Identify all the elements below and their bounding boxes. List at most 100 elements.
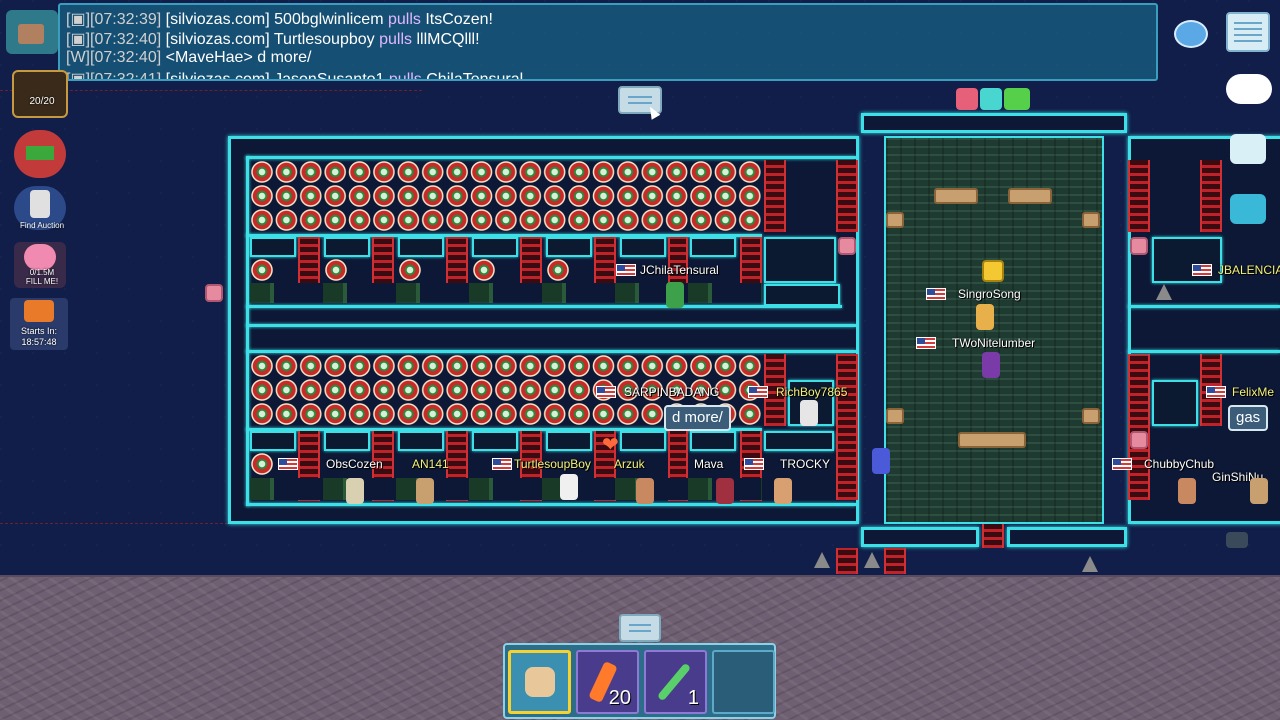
player-name[interactable]: Mava xyxy=(694,457,723,471)
store-cart-icon[interactable] xyxy=(1230,194,1266,224)
player-name[interactable]: JChilaTensural xyxy=(640,263,719,277)
player-sprite[interactable] xyxy=(346,478,364,504)
red-ladder xyxy=(1128,160,1150,232)
player-sprite[interactable] xyxy=(774,478,792,504)
player-sprite[interactable] xyxy=(1250,478,1268,504)
wall-line xyxy=(1128,305,1280,308)
pink-block xyxy=(956,88,978,110)
player-name[interactable]: Arzuk xyxy=(614,457,645,471)
player-name[interactable]: TWoNitelumber xyxy=(952,336,1035,350)
sign-small[interactable] xyxy=(1082,212,1100,228)
chat-line: [▣][07:32:39] [silviozas.com] 500bglwinl… xyxy=(66,11,493,28)
player-name[interactable]: SARPINBADANG xyxy=(624,385,719,399)
booth-panel xyxy=(690,237,736,257)
player-sprite[interactable] xyxy=(872,448,890,474)
red-ladder xyxy=(836,548,858,574)
sign-small[interactable] xyxy=(886,408,904,424)
inventory-slot[interactable] xyxy=(508,650,571,714)
globe-icon[interactable] xyxy=(1174,20,1208,48)
player-name[interactable]: ChubbyChub xyxy=(1144,457,1214,471)
piggy-bank-button[interactable]: 0/1.5M FILL ME! xyxy=(14,242,66,288)
player-sprite[interactable] xyxy=(416,478,434,504)
booth-panel xyxy=(250,237,296,257)
player-sprite[interactable] xyxy=(636,478,654,504)
small-lock-icon[interactable] xyxy=(838,237,856,255)
player-sprite[interactable] xyxy=(1178,478,1196,504)
player-name[interactable]: RichBoy7865 xyxy=(776,385,847,399)
camera-icon[interactable] xyxy=(1226,532,1248,548)
player-name[interactable]: JBALENCIA xyxy=(1218,263,1280,277)
booth-panel xyxy=(250,431,296,451)
piggy-progress: 0/1.5M xyxy=(29,268,55,277)
player-sprite[interactable] xyxy=(800,400,818,426)
booth-panel xyxy=(398,431,444,451)
pine-tree-icon xyxy=(1156,284,1172,300)
booth-panel xyxy=(764,284,840,306)
sign-bottom[interactable] xyxy=(958,432,1026,448)
roulette-wheel xyxy=(398,258,422,282)
red-ladder xyxy=(982,524,1004,548)
flag-icon xyxy=(616,264,636,276)
booth-panel xyxy=(764,431,834,451)
event-countdown: 18:57:48 xyxy=(21,337,57,347)
red-ladder xyxy=(1200,160,1222,232)
flag-icon xyxy=(748,386,768,398)
player-sprite[interactable] xyxy=(716,478,734,504)
player-sprite[interactable] xyxy=(982,352,1000,378)
player-avatar-button[interactable] xyxy=(6,10,58,54)
event-starts-label: Starts In: xyxy=(20,326,57,336)
booth-panel xyxy=(620,431,666,451)
tower-base xyxy=(861,527,979,547)
roulette-wheel xyxy=(546,258,570,282)
sign-left[interactable] xyxy=(934,188,978,204)
red-ladder xyxy=(884,548,906,574)
mailbox-button[interactable] xyxy=(14,130,66,178)
player-name[interactable]: TurtlesoupBoy xyxy=(514,457,591,471)
small-lock-icon[interactable] xyxy=(1130,431,1148,449)
flag-icon xyxy=(1192,264,1212,276)
tower-roof xyxy=(861,113,1127,133)
wall-line xyxy=(246,156,249,506)
inventory-toggle-button[interactable] xyxy=(619,614,661,642)
player-name[interactable]: FelixMe xyxy=(1232,385,1274,399)
display-block-row xyxy=(250,283,762,303)
flag-icon xyxy=(1206,386,1226,398)
slot-count: 1 xyxy=(687,687,699,709)
game-viewport[interactable]: JChilaTensural SingroSong TWoNitelumber … xyxy=(0,0,1280,720)
wrench-icon xyxy=(656,662,692,702)
auctioneer-icon xyxy=(30,190,50,218)
player-name[interactable]: AN141 xyxy=(412,457,449,471)
inventory-slot[interactable]: 1 xyxy=(644,650,707,714)
roulette-wheel-grid xyxy=(250,160,762,232)
piggy-bank-icon xyxy=(24,244,56,270)
inventory-slot[interactable]: 20 xyxy=(576,650,639,714)
avatar-icon xyxy=(18,24,44,44)
player-name[interactable]: TROCKY xyxy=(780,457,830,471)
player-sprite[interactable] xyxy=(976,304,994,330)
player-sprite[interactable] xyxy=(666,282,684,308)
small-lock-icon[interactable] xyxy=(1130,237,1148,255)
sign-small[interactable] xyxy=(886,212,904,228)
flag-icon xyxy=(492,458,512,470)
emote-icon[interactable] xyxy=(1230,134,1266,164)
player-name[interactable]: ObsCozen xyxy=(326,457,383,471)
booth-panel xyxy=(1152,380,1198,426)
sign-small[interactable] xyxy=(1082,408,1100,424)
menu-button[interactable] xyxy=(1226,12,1270,52)
world-lock-icon[interactable] xyxy=(982,260,1004,282)
booth-panel xyxy=(398,237,444,257)
chat-log[interactable]: [▣][07:32:39] [silviozas.com] 500bglwinl… xyxy=(58,3,1158,81)
chat-bubble-icon[interactable] xyxy=(1226,74,1272,104)
event-timer-button[interactable]: Starts In: 18:57:48 xyxy=(10,298,68,350)
player-name[interactable]: SingroSong xyxy=(958,287,1021,301)
sign-right[interactable] xyxy=(1008,188,1052,204)
small-lock-icon[interactable] xyxy=(205,284,223,302)
flag-icon xyxy=(596,386,616,398)
gems-button[interactable]: 20/20 xyxy=(12,70,68,118)
left-sidebar: 20/20 Find Auction 0/1.5M FILL ME! Start… xyxy=(6,4,68,352)
chat-line: [▣][07:32:41] [silviozas.com] JasonSusan… xyxy=(66,71,524,81)
red-ladder xyxy=(1128,354,1150,500)
player-sprite[interactable] xyxy=(560,474,578,500)
inventory-slot[interactable] xyxy=(712,650,775,714)
find-auction-button[interactable]: Find Auction xyxy=(14,186,66,230)
